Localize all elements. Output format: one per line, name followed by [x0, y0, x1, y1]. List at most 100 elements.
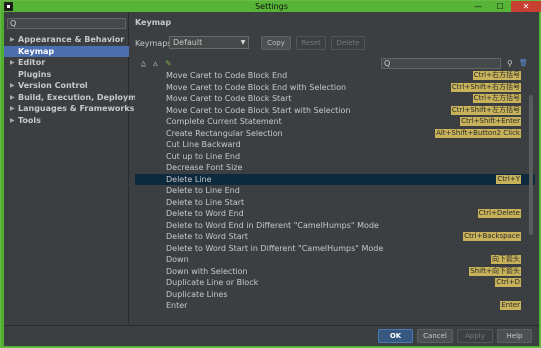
table-row[interactable]: Delete to Word End in Different "CamelHu…: [135, 220, 535, 231]
table-row[interactable]: Delete to Word End Ctrl+Delete: [135, 208, 535, 219]
shortcut-badge: Ctrl+D: [495, 278, 521, 287]
keymap-panel: Keymap Keymaps: Default ▼ Copy Reset Del…: [130, 12, 539, 324]
edit-icon[interactable]: ✎: [165, 59, 172, 68]
settings-sidebar: Q ▶ Appearance & Behavior Keymap ▶ Editor Plu…: [4, 12, 151, 324]
shortcut-badge: Ctrl+左方括号: [472, 94, 521, 103]
ok-button[interactable]: OK: [378, 329, 413, 343]
find-by-shortcut-icon[interactable]: ⚲: [507, 59, 513, 68]
sidebar-item-version-control[interactable]: ▶ Version Control: [4, 80, 129, 91]
settings-search-input[interactable]: Q: [7, 18, 126, 29]
sidebar-item-plugins[interactable]: Plugins: [4, 69, 129, 80]
sidebar-item-label: Languages & Frameworks: [18, 104, 135, 113]
table-row[interactable]: Complete Current Statement Ctrl+Shift+Ent…: [135, 116, 535, 127]
table-row[interactable]: Delete to Line Start: [135, 197, 535, 208]
table-row[interactable]: Cut Line Backward: [135, 139, 535, 150]
minimize-button[interactable]: —: [467, 1, 489, 12]
sidebar-item-keymap[interactable]: Keymap: [4, 45, 129, 57]
shortcut-badge: Ctrl+右方括号: [472, 71, 521, 80]
table-row[interactable]: Move Caret to Code Block Start with Sele…: [135, 105, 535, 116]
action-name: Create Rectangular Selection: [166, 128, 283, 138]
expand-arrow-icon[interactable]: ▶: [10, 92, 15, 103]
sidebar-item-label: Version Control: [18, 81, 88, 90]
expand-arrow-icon[interactable]: ▶: [10, 80, 15, 91]
table-row[interactable]: Create Rectangular Selection Alt+Shift+Bu…: [135, 128, 535, 139]
close-button[interactable]: ✕: [511, 1, 541, 12]
expand-arrow-icon[interactable]: ▶: [10, 115, 15, 126]
expand-arrow-icon[interactable]: ▶: [10, 34, 15, 45]
action-name: Move Caret to Code Block End: [166, 71, 288, 80]
action-name: Delete to Line Start: [166, 197, 245, 207]
action-name: Delete to Word Start in Different "Camel…: [166, 243, 384, 253]
action-name: Delete Line: [166, 174, 212, 184]
action-name: Enter: [166, 301, 188, 310]
dialog-footer: OK Cancel Apply Help: [4, 325, 539, 346]
sidebar-item-tools[interactable]: ▶ Tools: [4, 115, 129, 126]
table-row[interactable]: Move Caret to Code Block Start Ctrl+左方括号: [135, 93, 535, 104]
expand-arrow-icon[interactable]: ▶: [10, 103, 15, 114]
action-name: Move Caret to Code Block End with Select…: [166, 82, 347, 92]
shortcut-badge: Ctrl+Delete: [477, 209, 521, 218]
cancel-button[interactable]: Cancel: [417, 329, 453, 343]
sidebar-item-label: Keymap: [18, 46, 55, 56]
dialog-body: Q ▶ Appearance & Behavior Keymap ▶ Editor Plu…: [4, 12, 539, 346]
expand-all-icon[interactable]: ⩠: [141, 59, 146, 69]
action-name: Cut up to Line End: [166, 151, 241, 161]
delete-button[interactable]: Delete: [331, 36, 365, 50]
sidebar-item-appearance-behavior[interactable]: ▶ Appearance & Behavior: [4, 34, 129, 45]
action-name: Duplicate Line or Block: [166, 278, 259, 287]
copy-button[interactable]: Copy: [261, 36, 291, 50]
keymap-select-value: Default: [173, 38, 203, 47]
table-row[interactable]: Delete Line Ctrl+Y: [135, 173, 535, 185]
table-row[interactable]: Duplicate Line or Block Ctrl+D: [135, 277, 535, 288]
table-row[interactable]: Enter Enter: [135, 300, 535, 311]
shortcut-badge: Ctrl+Backspace: [463, 232, 521, 241]
sidebar-item-label: Editor: [18, 58, 46, 67]
action-name: Complete Current Statement: [166, 117, 282, 126]
scrollbar-thumb[interactable]: [529, 95, 533, 235]
search-icon: Q: [384, 59, 391, 68]
table-row[interactable]: Move Caret to Code Block End Ctrl+右方括号: [135, 70, 535, 81]
window-title: Settings: [255, 2, 288, 11]
table-row[interactable]: Move Caret to Code Block End with Select…: [135, 82, 535, 93]
help-button[interactable]: Help: [497, 329, 532, 343]
sidebar-item-build-execution-deployment[interactable]: ▶ Build, Execution, Deployment: [4, 92, 151, 103]
clear-filter-icon[interactable]: 🗑: [519, 59, 528, 67]
keymap-action-list[interactable]: Move Caret to Code Block End Ctrl+右方括号 Mov…: [135, 70, 535, 324]
table-row[interactable]: Delete to Line End: [135, 185, 535, 196]
reset-button[interactable]: Reset: [296, 36, 326, 50]
sidebar-item-label: Tools: [18, 115, 41, 125]
collapse-all-icon[interactable]: ⩟: [153, 59, 158, 69]
table-row[interactable]: Down 向下箭头: [135, 254, 535, 265]
table-row[interactable]: Down with Selection Shift+向下箭头: [135, 266, 535, 277]
table-row[interactable]: Delete to Word Start in Different "Camel…: [135, 243, 535, 254]
shortcut-badge: Ctrl+Shift+左方括号: [450, 105, 521, 115]
apply-button[interactable]: Apply: [457, 329, 493, 343]
keymap-select[interactable]: Default ▼: [169, 36, 249, 49]
action-name: Delete to Word End in Different "CamelHu…: [166, 220, 379, 230]
maximize-button[interactable]: ☐: [489, 1, 511, 12]
sidebar-item-label: Plugins: [18, 69, 52, 79]
action-name: Delete to Line End: [166, 186, 240, 195]
settings-window: Settings — ☐ ✕ Q ▶ Appearance & Behavior K…: [0, 0, 541, 348]
table-row[interactable]: Cut up to Line End: [135, 151, 535, 162]
shortcut-badge: Ctrl+Shift+Enter: [460, 117, 521, 126]
action-search-input[interactable]: Q: [381, 58, 501, 69]
action-name: Down with Selection: [166, 266, 248, 276]
table-row[interactable]: Duplicate Lines: [135, 289, 535, 300]
chevron-down-icon[interactable]: ▼: [238, 37, 248, 48]
expand-arrow-icon[interactable]: ▶: [10, 57, 15, 68]
sidebar-item-editor[interactable]: ▶ Editor: [4, 57, 129, 68]
sidebar-item-languages-frameworks[interactable]: ▶ Languages & Frameworks: [4, 103, 134, 114]
action-name: Down: [166, 255, 189, 264]
page-title: Keymap: [135, 18, 172, 27]
title-bar[interactable]: Settings — ☐ ✕: [1, 1, 541, 12]
action-name: Delete to Word Start: [166, 232, 249, 241]
table-row[interactable]: Delete to Word Start Ctrl+Backspace: [135, 231, 535, 242]
list-scrollbar[interactable]: [528, 75, 534, 325]
action-name: Move Caret to Code Block Start: [166, 94, 292, 103]
search-icon: Q: [10, 19, 17, 28]
table-row[interactable]: Decrease Font Size: [135, 162, 535, 173]
shortcut-badge: Alt+Shift+Button2 Click: [435, 128, 521, 138]
shortcut-badge: Shift+向下箭头: [469, 266, 521, 276]
action-name: Decrease Font Size: [166, 163, 243, 172]
